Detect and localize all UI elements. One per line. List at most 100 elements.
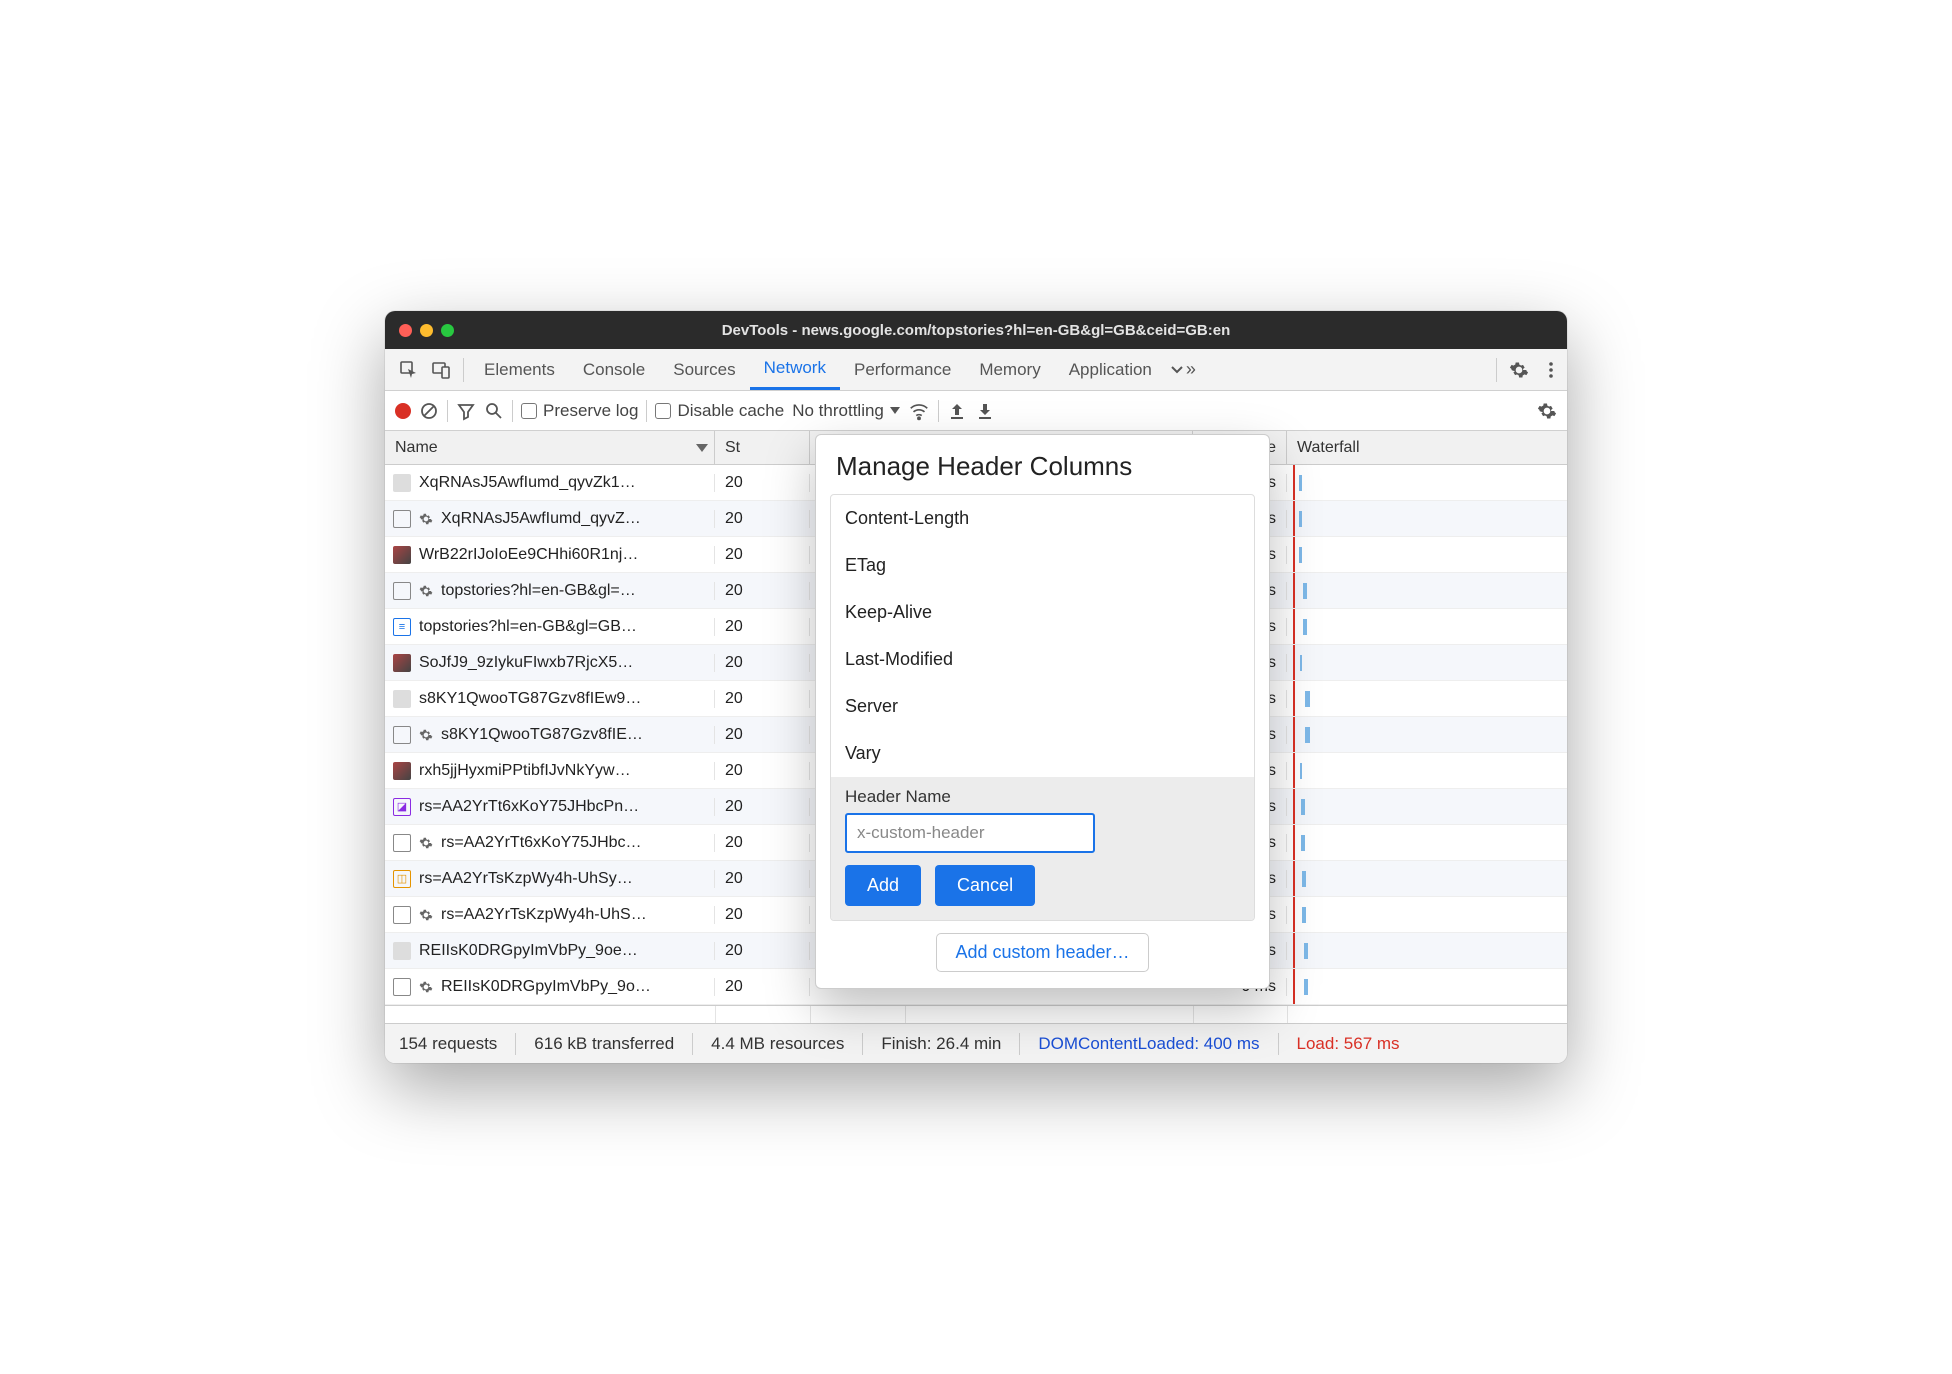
search-icon[interactable] [484, 401, 504, 421]
waterfall-cell [1287, 861, 1567, 896]
settings-icon[interactable] [1503, 354, 1535, 386]
add-custom-header-button[interactable]: Add custom header… [936, 933, 1148, 972]
column-waterfall[interactable]: Waterfall [1287, 431, 1567, 464]
filter-icon[interactable] [456, 401, 476, 421]
request-name: REIIsK0DRGpyImVbPy_9o… [441, 978, 651, 996]
preserve-log-label: Preserve log [543, 401, 638, 421]
gear-icon [419, 728, 433, 742]
waterfall-cell [1287, 969, 1567, 1004]
traffic-lights [399, 324, 454, 337]
close-window-button[interactable] [399, 324, 412, 337]
export-har-icon[interactable] [975, 401, 995, 421]
waterfall-cell [1287, 753, 1567, 788]
img-file-icon [393, 654, 411, 672]
header-column-item[interactable]: Vary [831, 730, 1254, 777]
request-status: 20 [715, 618, 810, 636]
header-name-label: Header Name [845, 787, 1240, 807]
request-name: rs=AA2YrTsKzpWy4h-UhSy… [419, 870, 633, 888]
status-resources: 4.4 MB resources [711, 1034, 844, 1054]
status-domcontentloaded: DOMContentLoaded: 400 ms [1038, 1034, 1259, 1054]
throttling-value: No throttling [792, 401, 884, 421]
add-button[interactable]: Add [845, 865, 921, 906]
header-column-item[interactable]: ETag [831, 542, 1254, 589]
request-status: 20 [715, 762, 810, 780]
blue-file-icon: ≡ [393, 618, 411, 636]
network-settings-icon[interactable] [1537, 401, 1557, 421]
preserve-log-checkbox[interactable]: Preserve log [521, 401, 638, 421]
window-title: DevTools - news.google.com/topstories?hl… [385, 322, 1567, 339]
waterfall-cell [1287, 825, 1567, 860]
column-status-label: St [725, 439, 740, 457]
gear-icon [419, 512, 433, 526]
request-name: SoJfJ9_9zIykuFIwxb7RjcX5… [419, 654, 633, 672]
request-status: 20 [715, 654, 810, 672]
waterfall-cell [1287, 789, 1567, 824]
header-column-item[interactable]: Server [831, 683, 1254, 730]
waterfall-cell [1287, 537, 1567, 572]
request-name: WrB22rIJoIoEe9CHhi60R1nj… [419, 546, 638, 564]
inspect-element-icon[interactable] [393, 354, 425, 386]
header-column-item[interactable]: Content-Length [831, 495, 1254, 542]
generic-file-icon [393, 942, 411, 960]
request-status: 20 [715, 582, 810, 600]
network-toolbar: Preserve log Disable cache No throttling [385, 391, 1567, 431]
status-requests: 154 requests [399, 1034, 497, 1054]
header-column-item[interactable]: Keep-Alive [831, 589, 1254, 636]
request-status: 20 [715, 546, 810, 564]
zoom-window-button[interactable] [441, 324, 454, 337]
status-transferred: 616 kB transferred [534, 1034, 674, 1054]
waterfall-cell [1287, 573, 1567, 608]
record-button[interactable] [395, 403, 411, 419]
import-har-icon[interactable] [947, 401, 967, 421]
status-load: Load: 567 ms [1297, 1034, 1400, 1054]
tab-network[interactable]: Network [750, 349, 840, 390]
request-name: topstories?hl=en-GB&gl=GB… [419, 618, 637, 636]
tab-memory[interactable]: Memory [965, 349, 1054, 390]
waterfall-cell [1287, 465, 1567, 500]
waterfall-cell [1287, 717, 1567, 752]
column-waterfall-label: Waterfall [1297, 439, 1360, 457]
disable-cache-checkbox[interactable]: Disable cache [655, 401, 784, 421]
tab-application[interactable]: Application [1055, 349, 1166, 390]
more-tabs-icon[interactable]: » [1166, 354, 1198, 386]
device-toolbar-icon[interactable] [425, 354, 457, 386]
request-name: XqRNAsJ5AwfIumd_qyvZ… [441, 510, 641, 528]
clear-icon[interactable] [419, 401, 439, 421]
request-status: 20 [715, 906, 810, 924]
request-status: 20 [715, 474, 810, 492]
waterfall-cell [1287, 933, 1567, 968]
request-name: s8KY1QwooTG87Gzv8fIEw9… [419, 690, 641, 708]
waterfall-cell [1287, 501, 1567, 536]
column-name[interactable]: Name [385, 431, 715, 464]
request-status: 20 [715, 798, 810, 816]
header-name-input[interactable] [845, 813, 1095, 853]
status-finish: Finish: 26.4 min [881, 1034, 1001, 1054]
dialog-title: Manage Header Columns [816, 435, 1269, 494]
network-conditions-icon[interactable] [908, 400, 930, 422]
waterfall-cell [1287, 681, 1567, 716]
tab-sources[interactable]: Sources [659, 349, 749, 390]
throttling-select[interactable]: No throttling [792, 401, 900, 421]
gear-icon [419, 584, 433, 598]
status-bar: 154 requests 616 kB transferred 4.4 MB r… [385, 1023, 1567, 1063]
column-status[interactable]: St [715, 431, 810, 464]
custom-header-block: Header Name Add Cancel [831, 777, 1254, 920]
request-status: 20 [715, 834, 810, 852]
tab-performance[interactable]: Performance [840, 349, 965, 390]
tab-console[interactable]: Console [569, 349, 659, 390]
purple-file-icon: ◪ [393, 798, 411, 816]
request-name: rs=AA2YrTt6xKoY75JHbc… [441, 834, 642, 852]
request-name: rs=AA2YrTsKzpWy4h-UhS… [441, 906, 647, 924]
header-column-item[interactable]: Last-Modified [831, 636, 1254, 683]
cancel-button[interactable]: Cancel [935, 865, 1035, 906]
gear-icon [419, 980, 433, 994]
tab-elements[interactable]: Elements [470, 349, 569, 390]
request-name: topstories?hl=en-GB&gl=… [441, 582, 636, 600]
waterfall-cell [1287, 609, 1567, 644]
generic-file-icon [393, 690, 411, 708]
kebab-menu-icon[interactable] [1535, 354, 1567, 386]
caret-down-icon [890, 407, 900, 414]
minimize-window-button[interactable] [420, 324, 433, 337]
manage-header-columns-dialog: Manage Header Columns Content-LengthETag… [815, 434, 1270, 989]
request-status: 20 [715, 978, 810, 996]
